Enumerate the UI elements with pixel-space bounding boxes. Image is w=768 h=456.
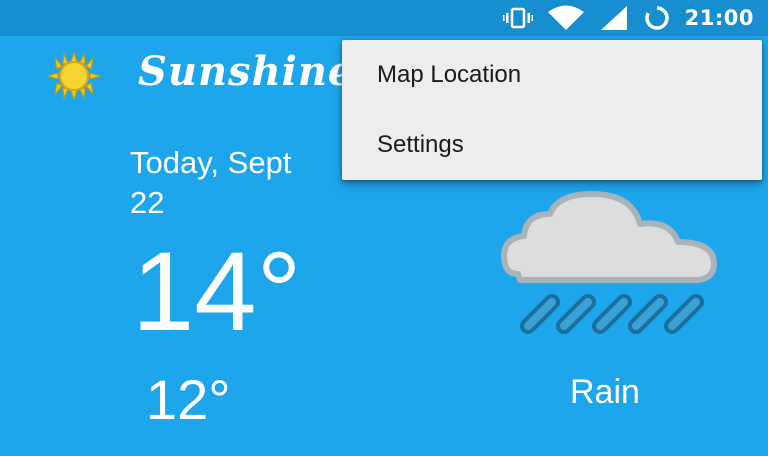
app-title: Sunshine <box>138 48 355 95</box>
rain-cloud-icon <box>500 190 720 340</box>
status-icons: 21:00 <box>502 0 754 36</box>
today-date: Today, Sept 22 <box>130 143 370 223</box>
menu-item-settings[interactable]: Settings <box>342 110 762 180</box>
wifi-icon <box>547 5 585 31</box>
today-date-line-2: 22 <box>130 185 165 220</box>
sun-icon <box>40 50 108 102</box>
status-time: 21:00 <box>684 6 754 30</box>
high-temperature: 14° <box>132 229 302 354</box>
battery-loading-icon <box>643 4 671 32</box>
overflow-menu: Map Location Settings <box>342 40 762 180</box>
signal-icon <box>599 5 629 31</box>
low-temperature: 12° <box>146 368 231 431</box>
today-date-line-1: Today, Sept <box>130 145 292 180</box>
weather-condition: Rain <box>570 373 640 411</box>
vibrate-icon <box>502 7 533 29</box>
status-bar: 21:00 <box>0 0 768 36</box>
menu-item-map-location[interactable]: Map Location <box>342 40 762 110</box>
app-screen: 21:00 Sunshine Today, Sept 22 14° 12° Ra… <box>0 0 768 456</box>
